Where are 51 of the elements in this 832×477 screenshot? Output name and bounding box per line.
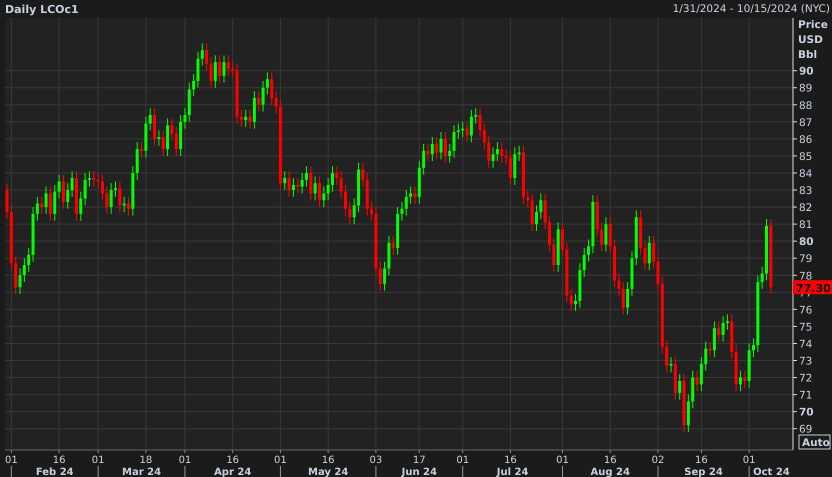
date-tick-label: 01 — [4, 455, 18, 466]
auto-button[interactable]: Auto — [798, 434, 830, 450]
date-tick-label: 01 — [274, 455, 287, 466]
price-tick-label: 76 — [799, 304, 812, 316]
date-tick-label: 01 — [456, 455, 470, 466]
price-tick-label: 78 — [799, 270, 812, 282]
date-tick-label: 16 — [322, 455, 335, 466]
price-tick-label: 73 — [799, 356, 812, 368]
price-tick-label: 72 — [799, 372, 812, 385]
date-tick-label: 02 — [652, 455, 664, 466]
month-label: Apr 24 — [214, 467, 252, 477]
price-tick-label: 80 — [799, 236, 814, 248]
date-tick-label: 01 — [178, 455, 192, 466]
date-tick-label: 16 — [226, 455, 240, 466]
month-label: May 24 — [308, 467, 348, 477]
month-label: Jun 24 — [402, 467, 437, 477]
month-label: Aug 24 — [590, 467, 630, 477]
price-axis-title: Price USD Bbl — [798, 19, 828, 61]
date-tick-label: 01 — [742, 455, 756, 466]
price-tick-label: 87 — [799, 116, 812, 129]
date-tick-label: 01 — [92, 455, 104, 466]
month-label: Feb 24 — [36, 467, 74, 477]
date-tick-label: 18 — [140, 455, 152, 466]
date-tick-label: 16 — [52, 455, 66, 466]
price-tick-label: 88 — [799, 100, 812, 112]
price-tick-label: 83 — [799, 185, 812, 198]
price-tick-label: 79 — [799, 253, 812, 266]
price-tick-label: 70 — [799, 406, 814, 419]
price-tick-label: 89 — [799, 82, 812, 95]
price-tick-label: 69 — [799, 424, 812, 436]
month-label: Jul 24 — [496, 467, 528, 477]
month-label: Mar 24 — [122, 467, 162, 477]
price-tick-label: 85 — [799, 150, 812, 163]
price-tick-label: 82 — [799, 202, 812, 214]
month-label: Oct 24 — [753, 467, 790, 477]
month-label: Sep 24 — [684, 467, 723, 477]
date-range: 1/31/2024 - 10/15/2024 (NYC) — [672, 3, 830, 15]
date-tick-label: 01 — [556, 455, 569, 466]
price-tick-label: 90 — [799, 66, 814, 78]
price-tick-label: 86 — [799, 134, 812, 146]
date-tick-label: 16 — [504, 455, 517, 466]
price-tick-label: 81 — [799, 219, 812, 232]
date-tick-label: 17 — [412, 455, 426, 466]
price-tick-label: 71 — [799, 390, 812, 402]
price-tick-label: 74 — [799, 338, 812, 350]
price-tick-label: 75 — [799, 321, 812, 334]
chart-title: Daily LCOc1 — [5, 2, 79, 16]
date-tick-label: 03 — [370, 455, 382, 466]
date-tick-label: 16 — [604, 455, 617, 466]
date-tick-label: 16 — [695, 455, 708, 466]
price-tick-label: 84 — [799, 168, 812, 180]
